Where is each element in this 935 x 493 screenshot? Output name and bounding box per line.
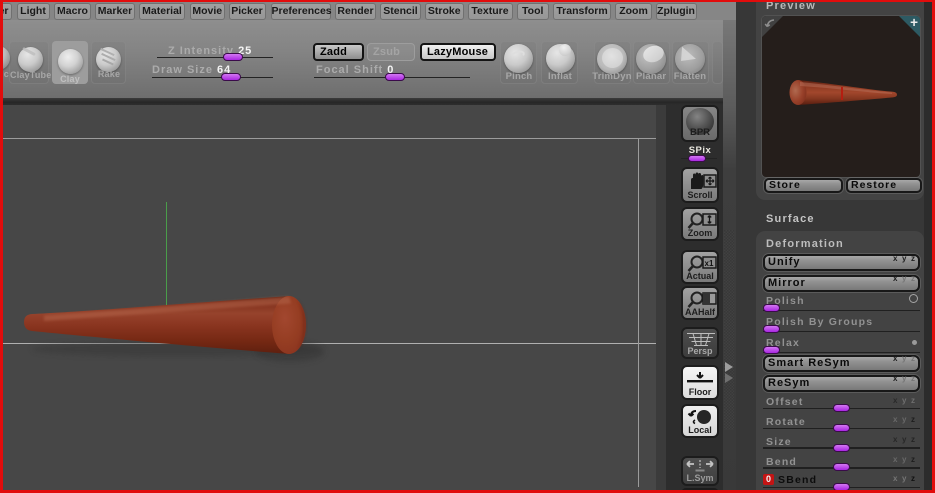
svg-text:x1: x1 xyxy=(705,259,714,268)
